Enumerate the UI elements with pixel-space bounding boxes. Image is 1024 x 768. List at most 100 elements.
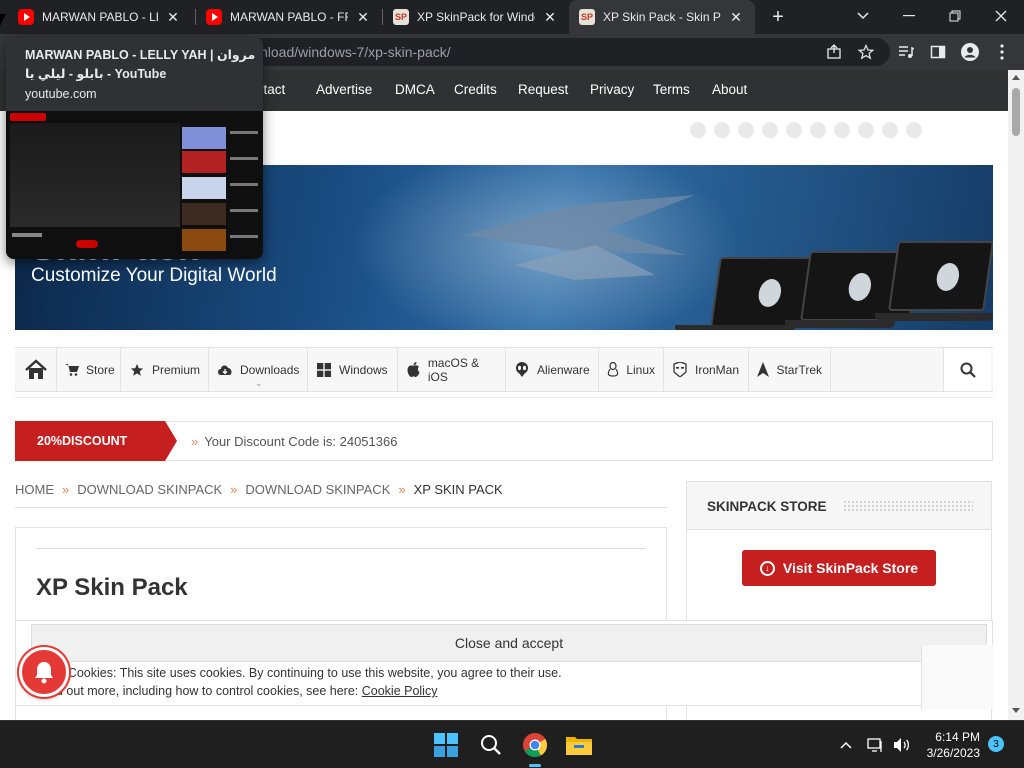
scroll-down-icon[interactable] <box>1012 708 1020 713</box>
nav-windows[interactable]: Windows <box>308 348 398 391</box>
skinpack-icon: SP <box>579 9 595 25</box>
youtube-logo-thumb <box>10 113 46 121</box>
tumblr-icon[interactable] <box>834 122 850 138</box>
cookie-policy-link[interactable]: Cookie Policy <box>362 684 438 698</box>
cookie-text-2: d out more, including how to control coo… <box>56 684 437 698</box>
url-text: nload/windows-7/xp-skin-pack/ <box>260 44 451 60</box>
tab-title: XP SkinPack for Windo <box>417 10 535 24</box>
file-explorer-button[interactable] <box>565 731 593 759</box>
tab-skinpack-active[interactable]: SP XP Skin Pack - Skin Pac ✕ <box>569 0 755 34</box>
breadcrumb-separator: » <box>398 482 406 497</box>
close-icon[interactable]: ✕ <box>164 8 182 26</box>
restore-button[interactable] <box>932 0 978 32</box>
discount-bar: 20%DISCOUNT » Your Discount Code is: 2405… <box>15 421 993 461</box>
nav-ironman[interactable]: IronMan <box>664 348 749 391</box>
bookmark-star-icon[interactable] <box>856 42 876 62</box>
start-button[interactable] <box>432 731 460 759</box>
breadcrumb-download[interactable]: DOWNLOAD SKINPACK <box>245 482 390 507</box>
notification-count-badge[interactable]: 3 <box>988 736 1004 752</box>
close-icon[interactable]: ✕ <box>354 8 372 26</box>
mouse-cursor <box>0 14 6 26</box>
tab-search-chevron-icon[interactable] <box>840 0 886 32</box>
media-control-icon[interactable] <box>896 42 916 62</box>
tab-youtube-2[interactable]: MARWAN PABLO - FRE ✕ <box>196 0 382 34</box>
video-title-thumb <box>12 233 42 237</box>
twitter-icon[interactable] <box>690 122 706 138</box>
nav-startrek[interactable]: StarTrek <box>749 348 831 391</box>
scroll-up-icon[interactable] <box>1012 75 1020 80</box>
profile-avatar-icon[interactable] <box>960 42 980 62</box>
notification-bell-button[interactable] <box>19 647 69 697</box>
social-links <box>690 122 990 142</box>
dribbble-icon[interactable] <box>906 122 922 138</box>
network-icon[interactable] <box>862 731 890 759</box>
breadcrumb-home[interactable]: HOME <box>15 482 54 507</box>
nav-alienware[interactable]: Alienware <box>506 348 599 391</box>
close-window-button[interactable] <box>978 0 1024 32</box>
show-hidden-icons-button[interactable] <box>832 731 860 759</box>
nav-premium[interactable]: Premium <box>121 348 209 391</box>
related-video-title <box>230 157 258 160</box>
volume-icon[interactable] <box>888 731 916 759</box>
nav-dmca[interactable]: DMCA <box>395 82 435 97</box>
side-panel-icon[interactable] <box>928 42 948 62</box>
home-icon <box>24 358 47 379</box>
nav-store[interactable]: Store <box>57 348 121 391</box>
menu-kebab-icon[interactable] <box>992 42 1012 62</box>
nav-downloads[interactable]: Downloads ⌄ <box>209 348 308 391</box>
close-icon[interactable]: ✕ <box>727 8 745 26</box>
system-clock[interactable]: 6:14 PM 3/26/2023 <box>918 729 980 761</box>
nav-credits[interactable]: Credits <box>454 82 497 97</box>
recaptcha-badge[interactable] <box>921 645 993 709</box>
folder-icon <box>566 737 592 755</box>
page-scrollbar[interactable] <box>1008 70 1024 720</box>
pinterest-icon[interactable] <box>810 122 826 138</box>
snapchat-icon[interactable] <box>762 122 778 138</box>
tab-skinpack-1[interactable]: SP XP SkinPack for Windo ✕ <box>383 0 569 34</box>
visit-store-button[interactable]: ↓ Visit SkinPack Store <box>742 550 936 586</box>
related-video-thumb <box>182 127 226 149</box>
cloud-download-icon <box>217 362 233 378</box>
page-title: XP Skin Pack <box>36 574 188 601</box>
tab-title: MARWAN PABLO - LELL <box>42 10 158 24</box>
nav-terms[interactable]: Terms <box>653 82 690 97</box>
minimize-button[interactable] <box>886 0 932 32</box>
nav-macos[interactable]: macOS & iOS <box>398 348 506 391</box>
site-search-button[interactable] <box>943 348 991 391</box>
close-and-accept-button[interactable]: Close and accept <box>31 624 987 662</box>
related-video-title <box>230 235 258 238</box>
close-icon[interactable]: ✕ <box>541 8 559 26</box>
divider <box>15 397 993 398</box>
hover-card-domain: youtube.com <box>25 87 97 101</box>
linkedin-icon[interactable] <box>738 122 754 138</box>
breadcrumb-download[interactable]: DOWNLOAD SKINPACK <box>77 482 222 507</box>
taskbar-search-button[interactable] <box>477 731 505 759</box>
scroll-thumb[interactable] <box>1012 88 1020 136</box>
banner-tagline: Customize Your Digital World <box>31 265 277 286</box>
nav-about[interactable]: About <box>712 82 747 97</box>
spaceship-illustration <box>465 195 695 280</box>
new-tab-button[interactable]: + <box>766 5 790 29</box>
nav-linux-label: Linux <box>626 362 655 377</box>
windows-start-icon <box>434 733 458 757</box>
nav-premium-label: Premium <box>151 362 200 377</box>
nav-linux[interactable]: Linux <box>599 348 664 391</box>
breadcrumb-separator: » <box>230 482 238 497</box>
nav-privacy[interactable]: Privacy <box>590 82 634 97</box>
breadcrumb-current: XP SKIN PACK <box>413 482 503 497</box>
home-button[interactable] <box>15 348 57 391</box>
share-icon[interactable] <box>824 42 844 62</box>
nav-advertise[interactable]: Advertise <box>316 82 372 97</box>
nav-startrek-label: StarTrek <box>776 362 822 377</box>
skinpack-icon: SP <box>393 9 409 25</box>
rss-icon[interactable] <box>858 122 874 138</box>
tab-youtube-1[interactable]: MARWAN PABLO - LELL ✕ <box>8 0 192 34</box>
visit-store-label: Visit SkinPack Store <box>782 560 919 576</box>
clock-time: 6:14 PM <box>935 730 980 744</box>
nav-request[interactable]: Request <box>518 82 568 97</box>
instagram-icon[interactable] <box>786 122 802 138</box>
category-nav: Store Premium Downloads ⌄ Windows macOS … <box>15 347 993 392</box>
chrome-taskbar-button[interactable] <box>521 731 549 759</box>
facebook-icon[interactable] <box>714 122 730 138</box>
vk-icon[interactable] <box>882 122 898 138</box>
